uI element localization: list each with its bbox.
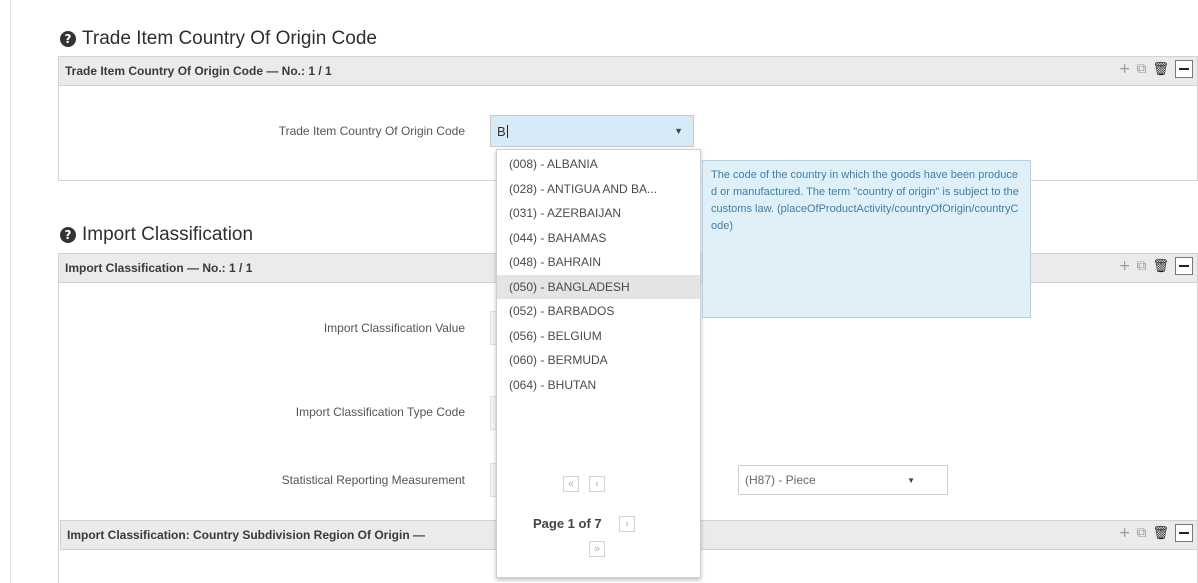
origin-panel-header: Trade Item Country Of Origin Code — No.:…: [58, 56, 1198, 86]
country-option[interactable]: (052) - BARBADOS: [497, 299, 700, 324]
origin-field-label: Trade Item Country Of Origin Code: [278, 124, 465, 138]
country-option-highlighted[interactable]: (050) - BANGLADESH: [497, 274, 700, 299]
prev-page-button[interactable]: ‹: [589, 476, 605, 492]
country-option[interactable]: (056) - BELGIUM: [497, 324, 700, 349]
trash-icon[interactable]: 🗑: [1152, 62, 1169, 77]
subdivision-panel-actions: + ⧉ 🗑: [1119, 524, 1193, 542]
country-option[interactable]: (064) - BHUTAN: [497, 373, 700, 398]
text-cursor: [506, 124, 508, 138]
chevron-down-icon[interactable]: ▼: [674, 126, 683, 136]
origin-section-title: ? Trade Item Country Of Origin Code: [60, 28, 377, 50]
import-type-code-label: Import Classification Type Code: [295, 405, 465, 419]
chevron-down-icon[interactable]: ▼: [907, 476, 915, 485]
country-option[interactable]: (044) - BAHAMAS: [497, 226, 700, 251]
help-icon[interactable]: ?: [60, 31, 76, 47]
copy-icon[interactable]: ⧉: [1136, 258, 1146, 274]
country-origin-select[interactable]: B ▼: [490, 115, 694, 147]
country-option-list: (008) - ALBANIA (028) - ANTIGUA AND BA..…: [497, 150, 700, 397]
origin-panel-actions: + ⧉ 🗑: [1119, 60, 1193, 78]
country-option[interactable]: (028) - ANTIGUA AND BA...: [497, 177, 700, 202]
add-icon[interactable]: +: [1119, 61, 1131, 77]
origin-panel-title: Trade Item Country Of Origin Code — No.:…: [65, 64, 332, 78]
stat-measurement-label: Statistical Reporting Measurement: [281, 473, 465, 487]
left-divider: [10, 0, 11, 583]
collapse-button[interactable]: [1175, 257, 1193, 275]
copy-icon[interactable]: ⧉: [1136, 525, 1146, 541]
minus-icon: [1179, 68, 1189, 70]
import-value-label: Import Classification Value: [323, 321, 465, 335]
import-title-text: Import Classification: [82, 224, 254, 245]
trash-icon[interactable]: 🗑: [1152, 526, 1169, 541]
minus-icon: [1179, 265, 1189, 267]
last-page-button[interactable]: »: [589, 541, 605, 557]
import-section-title: ? Import Classification: [60, 224, 253, 246]
country-option[interactable]: (031) - AZERBAIJAN: [497, 201, 700, 226]
page-indicator: Page 1 of 7: [533, 516, 602, 531]
subdivision-panel-title: Import Classification: Country Subdivisi…: [67, 528, 426, 542]
country-option[interactable]: (008) - ALBANIA: [497, 152, 700, 177]
country-origin-value: B: [497, 123, 506, 139]
import-panel-title: Import Classification — No.: 1 / 1: [65, 261, 253, 275]
country-option[interactable]: (048) - BAHRAIN: [497, 250, 700, 275]
first-page-button[interactable]: «: [563, 476, 579, 492]
next-page-button[interactable]: ›: [619, 516, 635, 532]
origin-title-text: Trade Item Country Of Origin Code: [82, 28, 377, 49]
collapse-button[interactable]: [1175, 524, 1193, 542]
collapse-button[interactable]: [1175, 60, 1193, 78]
country-option[interactable]: (060) - BERMUDA: [497, 348, 700, 373]
import-panel-actions: + ⧉ 🗑: [1119, 257, 1193, 275]
minus-icon: [1179, 532, 1189, 534]
field-description-tooltip: The code of the country in which the goo…: [702, 160, 1031, 318]
trash-icon[interactable]: 🗑: [1152, 259, 1169, 274]
country-dropdown: (008) - ALBANIA (028) - ANTIGUA AND BA..…: [496, 149, 701, 578]
add-icon[interactable]: +: [1119, 258, 1131, 274]
tooltip-text: The code of the country in which the goo…: [711, 169, 1019, 232]
stat-unit-value: (H87) - Piece: [745, 473, 816, 487]
stat-unit-select[interactable]: (H87) - Piece ▼: [738, 465, 948, 495]
copy-icon[interactable]: ⧉: [1136, 61, 1146, 77]
add-icon[interactable]: +: [1119, 525, 1131, 541]
help-icon[interactable]: ?: [60, 227, 76, 243]
